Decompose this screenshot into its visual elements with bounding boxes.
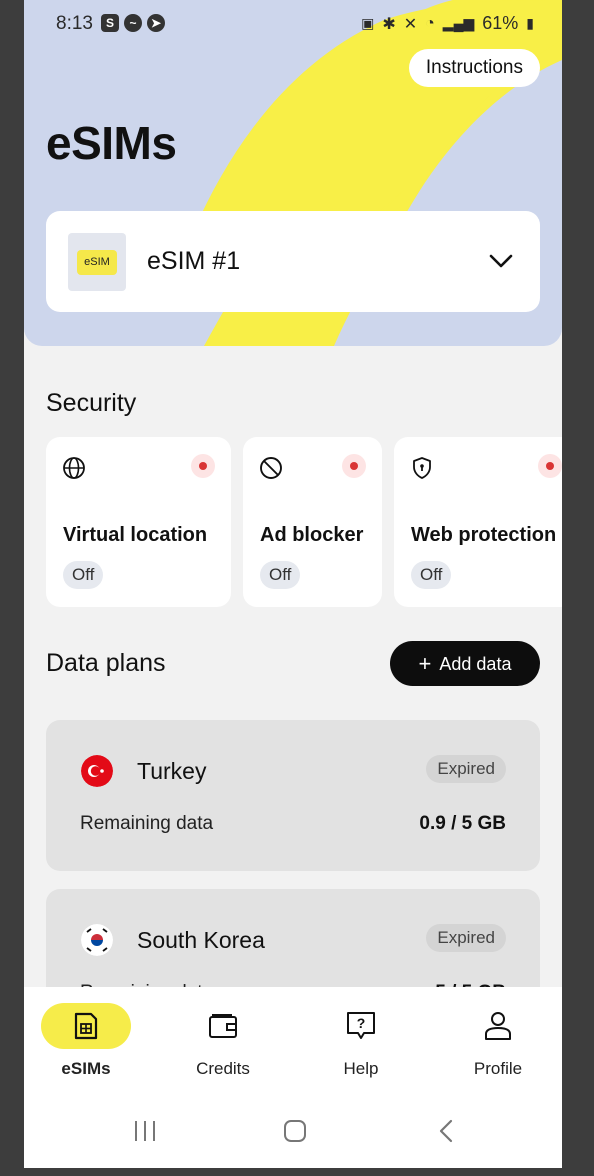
svg-text:?: ? xyxy=(357,1015,366,1031)
navigation-icon: ➤ xyxy=(147,14,165,32)
security-card-label: Virtual location xyxy=(63,524,208,546)
status-dot xyxy=(342,454,366,478)
esim-card-icon: eSIM xyxy=(68,233,126,291)
nav-esims-label: eSIMs xyxy=(61,1059,111,1078)
battery-percent: 61% xyxy=(482,13,519,33)
nav-credits[interactable]: Credits xyxy=(168,1003,278,1079)
profile-icon xyxy=(485,1012,511,1040)
recent-apps-icon[interactable] xyxy=(133,1119,157,1143)
globe-icon xyxy=(63,457,85,479)
bluetooth-icon: ✱ xyxy=(382,15,396,33)
status-dot xyxy=(538,454,562,478)
security-card-virtual-location[interactable]: Virtual location Off xyxy=(46,437,231,607)
status-right: ▣ ✱ ✕ ◔ ▂▄▆ 61% ▮ xyxy=(361,13,534,34)
security-card-web-protection[interactable]: Web protection Off xyxy=(394,437,562,607)
battery-saver-icon: ▣ xyxy=(361,15,375,31)
security-card-ad-blocker[interactable]: Ad blocker Off xyxy=(243,437,382,607)
remaining-label: Remaining data xyxy=(80,813,214,834)
signal-icon: ▂▄▆ xyxy=(442,15,475,31)
nav-profile-pill xyxy=(453,1003,543,1049)
south-korea-flag-icon xyxy=(81,924,113,956)
back-icon[interactable] xyxy=(435,1119,459,1143)
wifi-icon: ◔ xyxy=(425,14,435,32)
help-icon: ? xyxy=(347,1012,375,1039)
status-badge: Off xyxy=(411,561,452,589)
esim-name: eSIM #1 xyxy=(147,247,241,275)
status-badge: Off xyxy=(63,561,104,589)
status-bar: 8:13 S ~ ➤ ▣ ✱ ✕ ◔ ▂▄▆ 61% ▮ xyxy=(24,0,562,50)
page-title: eSIMs xyxy=(46,117,177,169)
samsung-icon: S xyxy=(101,14,119,32)
esim-selector[interactable]: eSIM eSIM #1 xyxy=(46,211,540,312)
messenger-icon: ~ xyxy=(124,14,142,32)
turkey-flag-icon xyxy=(81,755,113,787)
battery-icon: ▮ xyxy=(526,15,534,31)
nav-profile[interactable]: Profile xyxy=(443,1003,553,1079)
nav-help-label: Help xyxy=(343,1059,379,1078)
plan-card-turkey[interactable]: Turkey Expired Remaining data 0.9 / 5 GB xyxy=(46,720,540,871)
nav-help[interactable]: ? Help xyxy=(306,1003,416,1079)
nav-profile-label: Profile xyxy=(473,1059,523,1078)
home-icon[interactable] xyxy=(283,1119,307,1143)
status-badge: Off xyxy=(260,561,301,589)
status-time: 8:13 xyxy=(56,13,93,34)
phone-screen: 8:13 S ~ ➤ ▣ ✱ ✕ ◔ ▂▄▆ 61% ▮ Instruction… xyxy=(24,0,562,1168)
plus-icon: + xyxy=(418,651,432,676)
add-data-button[interactable]: + Add data xyxy=(390,641,540,686)
esim-chip: eSIM xyxy=(77,250,117,275)
nav-esims-pill xyxy=(41,1003,131,1049)
sim-card-icon xyxy=(74,1012,98,1040)
nav-credits-pill xyxy=(178,1003,268,1049)
security-card-label: Ad blocker xyxy=(260,524,364,546)
status-badge: Expired xyxy=(426,924,506,952)
bottom-nav: eSIMs Credits ? Help Profile xyxy=(24,987,562,1097)
chevron-down-icon[interactable] xyxy=(488,248,514,274)
plan-country: South Korea xyxy=(137,927,265,953)
nav-esims[interactable]: eSIMs xyxy=(31,1003,141,1079)
wallet-icon xyxy=(209,1014,237,1038)
security-title: Security xyxy=(46,389,137,417)
system-nav-bar xyxy=(24,1097,562,1168)
security-card-label: Web protection xyxy=(411,524,557,546)
data-plans-title: Data plans xyxy=(46,649,166,677)
add-data-label: Add data xyxy=(439,654,512,674)
nav-help-pill: ? xyxy=(316,1003,406,1049)
nav-credits-label: Credits xyxy=(196,1059,250,1078)
mute-icon: ✕ xyxy=(403,15,418,33)
header: 8:13 S ~ ➤ ▣ ✱ ✕ ◔ ▂▄▆ 61% ▮ Instruction… xyxy=(24,0,562,346)
plan-country: Turkey xyxy=(137,758,207,784)
remaining-value: 0.9 / 5 GB xyxy=(419,813,506,834)
shield-icon xyxy=(413,457,431,479)
status-badge: Expired xyxy=(426,755,506,783)
status-dot xyxy=(191,454,215,478)
instructions-button[interactable]: Instructions xyxy=(408,49,540,87)
block-icon xyxy=(260,457,282,479)
